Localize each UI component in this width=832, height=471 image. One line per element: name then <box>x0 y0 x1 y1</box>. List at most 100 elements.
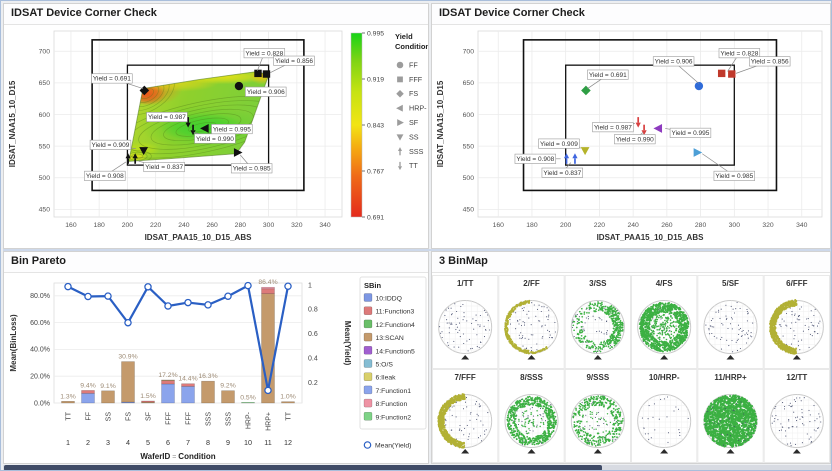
bar-wafer-7[interactable] <box>182 384 195 403</box>
wafer-tick: 11 <box>264 438 271 447</box>
svg-text:180: 180 <box>526 222 538 229</box>
bar-wafer-12[interactable] <box>282 402 295 403</box>
wafer-4/FS[interactable]: 4/FS <box>632 276 697 369</box>
bar-label: 16.3% <box>198 373 217 380</box>
bin-pareto-chart[interactable]: 1.3%9.4%9.1%30.9%1.5%17.2%14.4%16.3%9.2%… <box>4 273 428 464</box>
mean-yield-point-10[interactable] <box>245 283 251 289</box>
svg-text:450: 450 <box>39 207 51 214</box>
svg-text:500: 500 <box>39 175 51 182</box>
bar-wafer-10[interactable] <box>242 402 255 403</box>
svg-text:Yield = 0.990: Yield = 0.990 <box>616 136 654 143</box>
point-FFF[interactable] <box>718 70 725 77</box>
condition-tick: FS <box>126 412 133 421</box>
wafer-6/FFF[interactable]: 6/FFF <box>764 276 829 369</box>
svg-text:160: 160 <box>493 222 505 229</box>
binmap-grid[interactable]: 1/TT2/FF 3/SS 4/FS5/SF 6/FFF 7/FFF8/SSS9/SSS… <box>432 273 830 464</box>
wafer-notch-icon <box>594 449 602 454</box>
bar-wafer-9[interactable] <box>222 391 235 403</box>
left-axis-label: Mean(BinLoss) <box>9 314 18 372</box>
wafer-tick: 1 <box>66 438 70 447</box>
marker-square[interactable] <box>397 77 403 83</box>
svg-text:160: 160 <box>65 222 77 229</box>
bar-wafer-6[interactable] <box>162 380 175 403</box>
wafer-8/SSS[interactable]: 8/SSS <box>499 370 564 463</box>
corner-scatter-chart[interactable]: 1601802002202402602803003203404505005506… <box>432 25 830 249</box>
svg-text:300: 300 <box>263 222 275 229</box>
mean-yield-point-2[interactable] <box>85 293 91 299</box>
wafer-notch-icon <box>461 449 469 454</box>
bar-label: 1.0% <box>280 394 296 401</box>
wafer-label: 11/HRP+ <box>714 373 747 382</box>
mean-yield-point-1[interactable] <box>65 283 71 289</box>
mean-yield-point-7[interactable] <box>185 299 191 305</box>
mean-yield-point-12[interactable] <box>285 283 291 289</box>
bar-wafer-4[interactable] <box>122 362 135 403</box>
marker-diamond[interactable] <box>396 90 403 97</box>
bar-wafer-1[interactable] <box>62 401 75 403</box>
panel-title-bin-pareto: Bin Pareto <box>4 252 428 273</box>
wafer-notch-icon <box>528 355 536 360</box>
wafer-9/SSS[interactable]: 9/SSS <box>565 370 630 463</box>
horizontal-scrollbar-thumb[interactable] <box>4 465 602 471</box>
wafer-10/HRP-[interactable]: 10/HRP- <box>632 370 697 463</box>
condition-tick: HRP+ <box>266 412 273 431</box>
svg-text:300: 300 <box>729 222 741 229</box>
mean-yield-point-3[interactable] <box>105 293 111 299</box>
svg-text:Yield = 0.987: Yield = 0.987 <box>594 124 632 131</box>
svg-text:Yield = 0.995: Yield = 0.995 <box>213 126 251 133</box>
wafer-label: 3/SS <box>589 279 607 288</box>
bar-wafer-2[interactable] <box>82 390 95 403</box>
svg-text:240: 240 <box>178 222 190 229</box>
wafer-notch-icon <box>528 449 536 454</box>
svg-text:0.6: 0.6 <box>308 331 318 338</box>
mean-yield-point-4[interactable] <box>125 320 131 326</box>
condition-tick: FFF <box>166 412 173 425</box>
corner-contour-chart[interactable]: 1601802002202402602803003203404505005506… <box>4 25 428 249</box>
wafer-label: 10/HRP- <box>649 373 680 382</box>
marker-tri-right[interactable] <box>397 119 404 126</box>
svg-text:240: 240 <box>627 222 639 229</box>
svg-text:200: 200 <box>560 222 572 229</box>
svg-text:FF: FF <box>409 60 418 69</box>
wafer-2/FF[interactable]: 2/FF <box>499 276 564 369</box>
wafer-label: 6/FFF <box>786 279 807 288</box>
mean-yield-point-5[interactable] <box>145 284 151 290</box>
wafer-tick: 4 <box>126 438 130 447</box>
point-FF[interactable] <box>235 82 243 90</box>
bar-label: 86.4% <box>258 279 277 286</box>
marker-tri-left[interactable] <box>396 105 403 112</box>
svg-text:600: 600 <box>39 112 51 119</box>
wafer-7/FFF[interactable]: 7/FFF <box>433 370 498 463</box>
svg-text:220: 220 <box>150 222 162 229</box>
svg-text:Mean(Yield): Mean(Yield) <box>375 443 411 450</box>
mean-yield-point-9[interactable] <box>225 293 231 299</box>
point-FFF[interactable] <box>254 70 261 77</box>
y-axis-label: IDSAT_NAA15_10_D15 <box>8 80 17 167</box>
bar-wafer-3[interactable] <box>102 391 115 403</box>
bar-label: 9.4% <box>80 382 96 389</box>
wafer-notch-icon <box>594 355 602 360</box>
mean-yield-point-8[interactable] <box>205 302 211 308</box>
bar-wafer-5[interactable] <box>142 401 155 403</box>
marker-arrow-down[interactable] <box>398 162 402 170</box>
svg-text:FS: FS <box>409 89 418 98</box>
svg-text:12:Function4: 12:Function4 <box>376 322 416 329</box>
svg-text:6:Ileak: 6:Ileak <box>376 375 397 382</box>
mean-yield-point-6[interactable] <box>165 303 171 309</box>
svg-text:0.995: 0.995 <box>367 30 384 37</box>
wafer-1/TT[interactable]: 1/TT <box>433 276 498 369</box>
marker-tri-down[interactable] <box>397 134 404 140</box>
wafer-11/HRP+[interactable]: 11/HRP+ <box>698 370 763 463</box>
point-FFF[interactable] <box>263 70 270 77</box>
wafer-notch-icon <box>793 449 801 454</box>
bar-wafer-8[interactable] <box>202 381 215 403</box>
wafer-3/SS[interactable]: 3/SS <box>565 276 630 369</box>
mean-yield-point-11[interactable] <box>265 387 271 393</box>
y-axis-label: IDSAT_NAA15_10_D15 <box>436 80 445 167</box>
point-FFF[interactable] <box>728 70 735 77</box>
svg-text:0.8: 0.8 <box>308 307 318 314</box>
marker-circle[interactable] <box>397 62 404 69</box>
marker-arrow-up[interactable] <box>398 147 402 155</box>
wafer-5/SF[interactable]: 5/SF <box>698 276 763 369</box>
wafer-12/TT[interactable]: 12/TT <box>764 370 829 463</box>
